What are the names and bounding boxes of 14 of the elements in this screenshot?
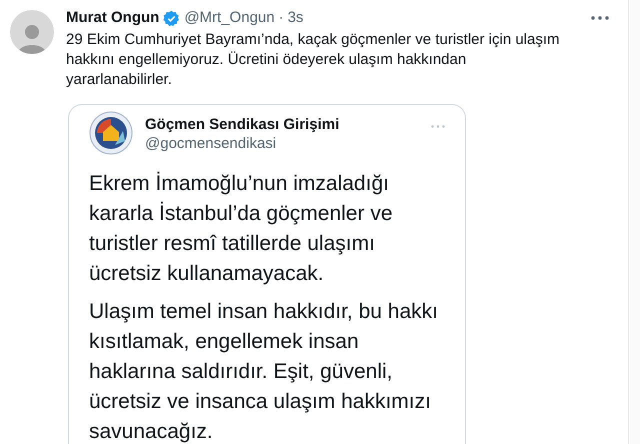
tweet-time[interactable]: 3s [288, 8, 304, 28]
author-handle[interactable]: @Mrt_Ongun [184, 8, 275, 28]
embedded-paragraph: Ekrem İmamoğlu’nun imzaladığı kararla İstanbul’da göçmenler ve turistler resmî tatillerde ulaşımı ücretsiz kullanamayacak. [89, 170, 394, 287]
avatar-placeholder[interactable] [10, 10, 54, 54]
embedded-author-name: Göçmen Sendikası Girişimi [145, 115, 340, 134]
embedded-paragraph: Ulaşım temel insan hakkıdır, bu hakkı kısıtlamak, engellemek insan haklarına saldırıdır. Eşit, güvenli, ücretsiz ve insanca ulaşım hakkımızı savunacağız. [89, 299, 439, 444]
more-options-icon[interactable] [591, 16, 609, 20]
embedded-author-handle: @gocmensendikasi [145, 134, 278, 153]
tweet-text: 29 Ekim Cumhuriyet Bayramı’nda, kaçak göçmenler ve turistler için ulaşım hakkını engellemiyoruz. Ücretini ödeyerek ulaşım hakkından yararlanabilirler. [66, 30, 561, 90]
more-options-icon [431, 125, 445, 128]
author-name[interactable]: Murat Ongun [66, 8, 160, 28]
logo-icon [89, 111, 133, 155]
embedded-screenshot[interactable] [68, 104, 466, 444]
separator-dot: · [278, 8, 284, 28]
